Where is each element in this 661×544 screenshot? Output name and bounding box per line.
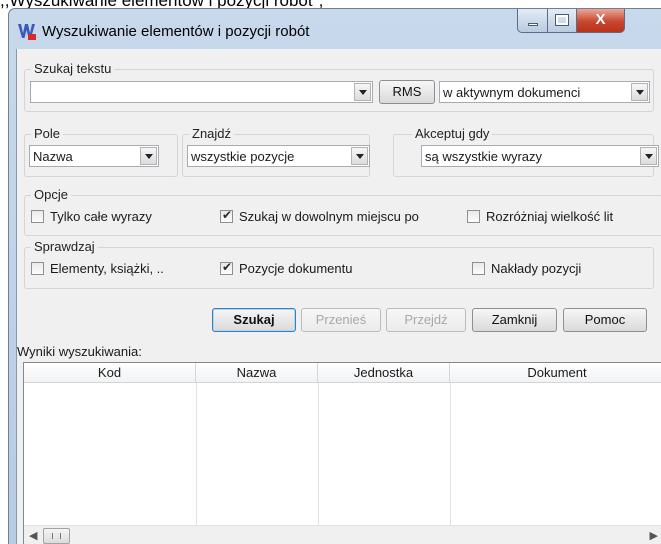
find-group: Znajdź wszystkie pozycje: [182, 126, 370, 177]
column-header-document[interactable]: Dokument: [450, 363, 661, 383]
transfer-button[interactable]: Przenieś: [301, 308, 381, 332]
checkbox-anywhere[interactable]: [220, 209, 233, 223]
field-combo[interactable]: Nazwa: [29, 145, 159, 167]
find-group-label: Znajdź: [189, 126, 235, 141]
checkbox-document-items[interactable]: [220, 260, 233, 275]
results-header: Kod Nazwa Jednostka Dokument: [24, 363, 661, 383]
column-divider: [196, 383, 197, 525]
find-value: wszystkie pozycje: [191, 149, 295, 164]
app-logo-icon: [18, 24, 36, 40]
find-combo[interactable]: wszystkie pozycje: [187, 145, 370, 167]
checkbox-elements[interactable]: [31, 262, 44, 275]
close-button-label: Zamknij: [491, 312, 538, 327]
chevron-down-icon[interactable]: [140, 147, 157, 165]
close-icon: X: [595, 11, 606, 28]
column-header-code[interactable]: Kod: [24, 363, 196, 383]
search-scope-value: w aktywnym dokumenci: [443, 85, 581, 100]
search-text-combo[interactable]: [30, 81, 373, 103]
horizontal-scrollbar[interactable]: ◀ ▶: [24, 525, 661, 544]
search-button[interactable]: Szukaj: [212, 308, 296, 332]
dialog-body: Szukaj tekstu RMS w aktywnym dokumenci P…: [16, 49, 661, 544]
accept-combo[interactable]: są wszystkie wyrazy: [421, 145, 659, 167]
column-divider: [318, 383, 319, 525]
maximize-icon: [555, 14, 569, 26]
rms-button[interactable]: RMS: [379, 80, 435, 104]
chevron-down-icon[interactable]: [640, 147, 657, 165]
search-text-group: Szukaj tekstu RMS w aktywnym dokumenci: [24, 61, 654, 112]
column-header-unit[interactable]: Jednostka: [318, 363, 450, 383]
window-title: Wyszukiwanie elementów i pozycji robót: [42, 23, 310, 40]
checkbox-whole-words[interactable]: [31, 210, 44, 223]
field-group-label: Pole: [31, 126, 64, 141]
options-group: Opcje Tylko całe wyrazy Szukaj w dowolny…: [24, 187, 661, 236]
check-scope-group: Sprawdzaj Elementy, książki, .. Pozycje …: [24, 239, 654, 289]
check-scope-group-label: Sprawdzaj: [31, 239, 98, 254]
option-case-sensitive-label: Rozróżniaj wielkość lit: [486, 209, 614, 224]
help-button[interactable]: Pomoc: [563, 308, 647, 332]
minimize-button[interactable]: [517, 9, 548, 33]
scroll-left-icon[interactable]: ◀: [29, 529, 37, 542]
options-group-label: Opcje: [31, 187, 71, 202]
column-header-name[interactable]: Nazwa: [196, 363, 318, 383]
field-group: Pole Nazwa: [24, 126, 178, 177]
help-button-label: Pomoc: [584, 312, 626, 327]
goto-button-label: Przejdź: [404, 312, 448, 327]
accept-group: Akceptuj gdy są wszystkie wyrazy: [393, 126, 659, 177]
title-bar[interactable]: Wyszukiwanie elementów i pozycji robót X: [9, 9, 661, 49]
chevron-down-icon[interactable]: [354, 83, 371, 101]
results-grid[interactable]: Kod Nazwa Jednostka Dokument ◀ ▶: [23, 362, 661, 544]
scope-document-items-label: Pozycje dokumentu: [239, 261, 353, 276]
option-whole-words-label: Tylko całe wyrazy: [50, 209, 152, 224]
search-text-group-label: Szukaj tekstu: [31, 61, 115, 76]
minimize-icon: [528, 23, 538, 26]
accept-value: są wszystkie wyrazy: [425, 149, 543, 164]
chevron-down-icon[interactable]: [631, 83, 648, 101]
scroll-thumb[interactable]: [43, 528, 70, 544]
close-button[interactable]: Zamknij: [472, 308, 557, 332]
scope-item-costs-label: Nakłady pozycji: [491, 261, 582, 276]
chevron-down-icon[interactable]: [351, 147, 368, 165]
accept-group-label: Akceptuj gdy: [412, 126, 493, 141]
scope-elements-label: Elementy, książki, ..: [50, 261, 164, 276]
transfer-button-label: Przenieś: [315, 312, 367, 327]
option-anywhere-label: Szukaj w dowolnym miejscu po: [239, 209, 419, 224]
scroll-right-icon[interactable]: ▶: [650, 529, 658, 542]
search-scope-combo[interactable]: w aktywnym dokumenci: [439, 81, 650, 103]
rms-button-label: RMS: [392, 84, 422, 99]
option-anywhere[interactable]: Szukaj w dowolnym miejscu po: [220, 209, 460, 226]
search-button-label: Szukaj: [233, 312, 275, 327]
maximize-button[interactable]: [548, 9, 577, 33]
checkbox-case-sensitive[interactable]: [467, 210, 480, 223]
scope-elements[interactable]: Elementy, książki, ..: [31, 261, 201, 278]
results-label: Wyniki wyszukiwania:: [17, 344, 142, 359]
checkbox-item-costs[interactable]: [472, 262, 485, 275]
option-case-sensitive[interactable]: Rozróżniaj wielkość lit: [467, 209, 661, 226]
dialog-window: Wyszukiwanie elementów i pozycji robót X…: [8, 8, 661, 544]
close-window-button[interactable]: X: [577, 9, 625, 33]
column-divider: [450, 383, 451, 525]
field-value: Nazwa: [33, 149, 73, 164]
goto-button[interactable]: Przejdź: [386, 308, 466, 332]
